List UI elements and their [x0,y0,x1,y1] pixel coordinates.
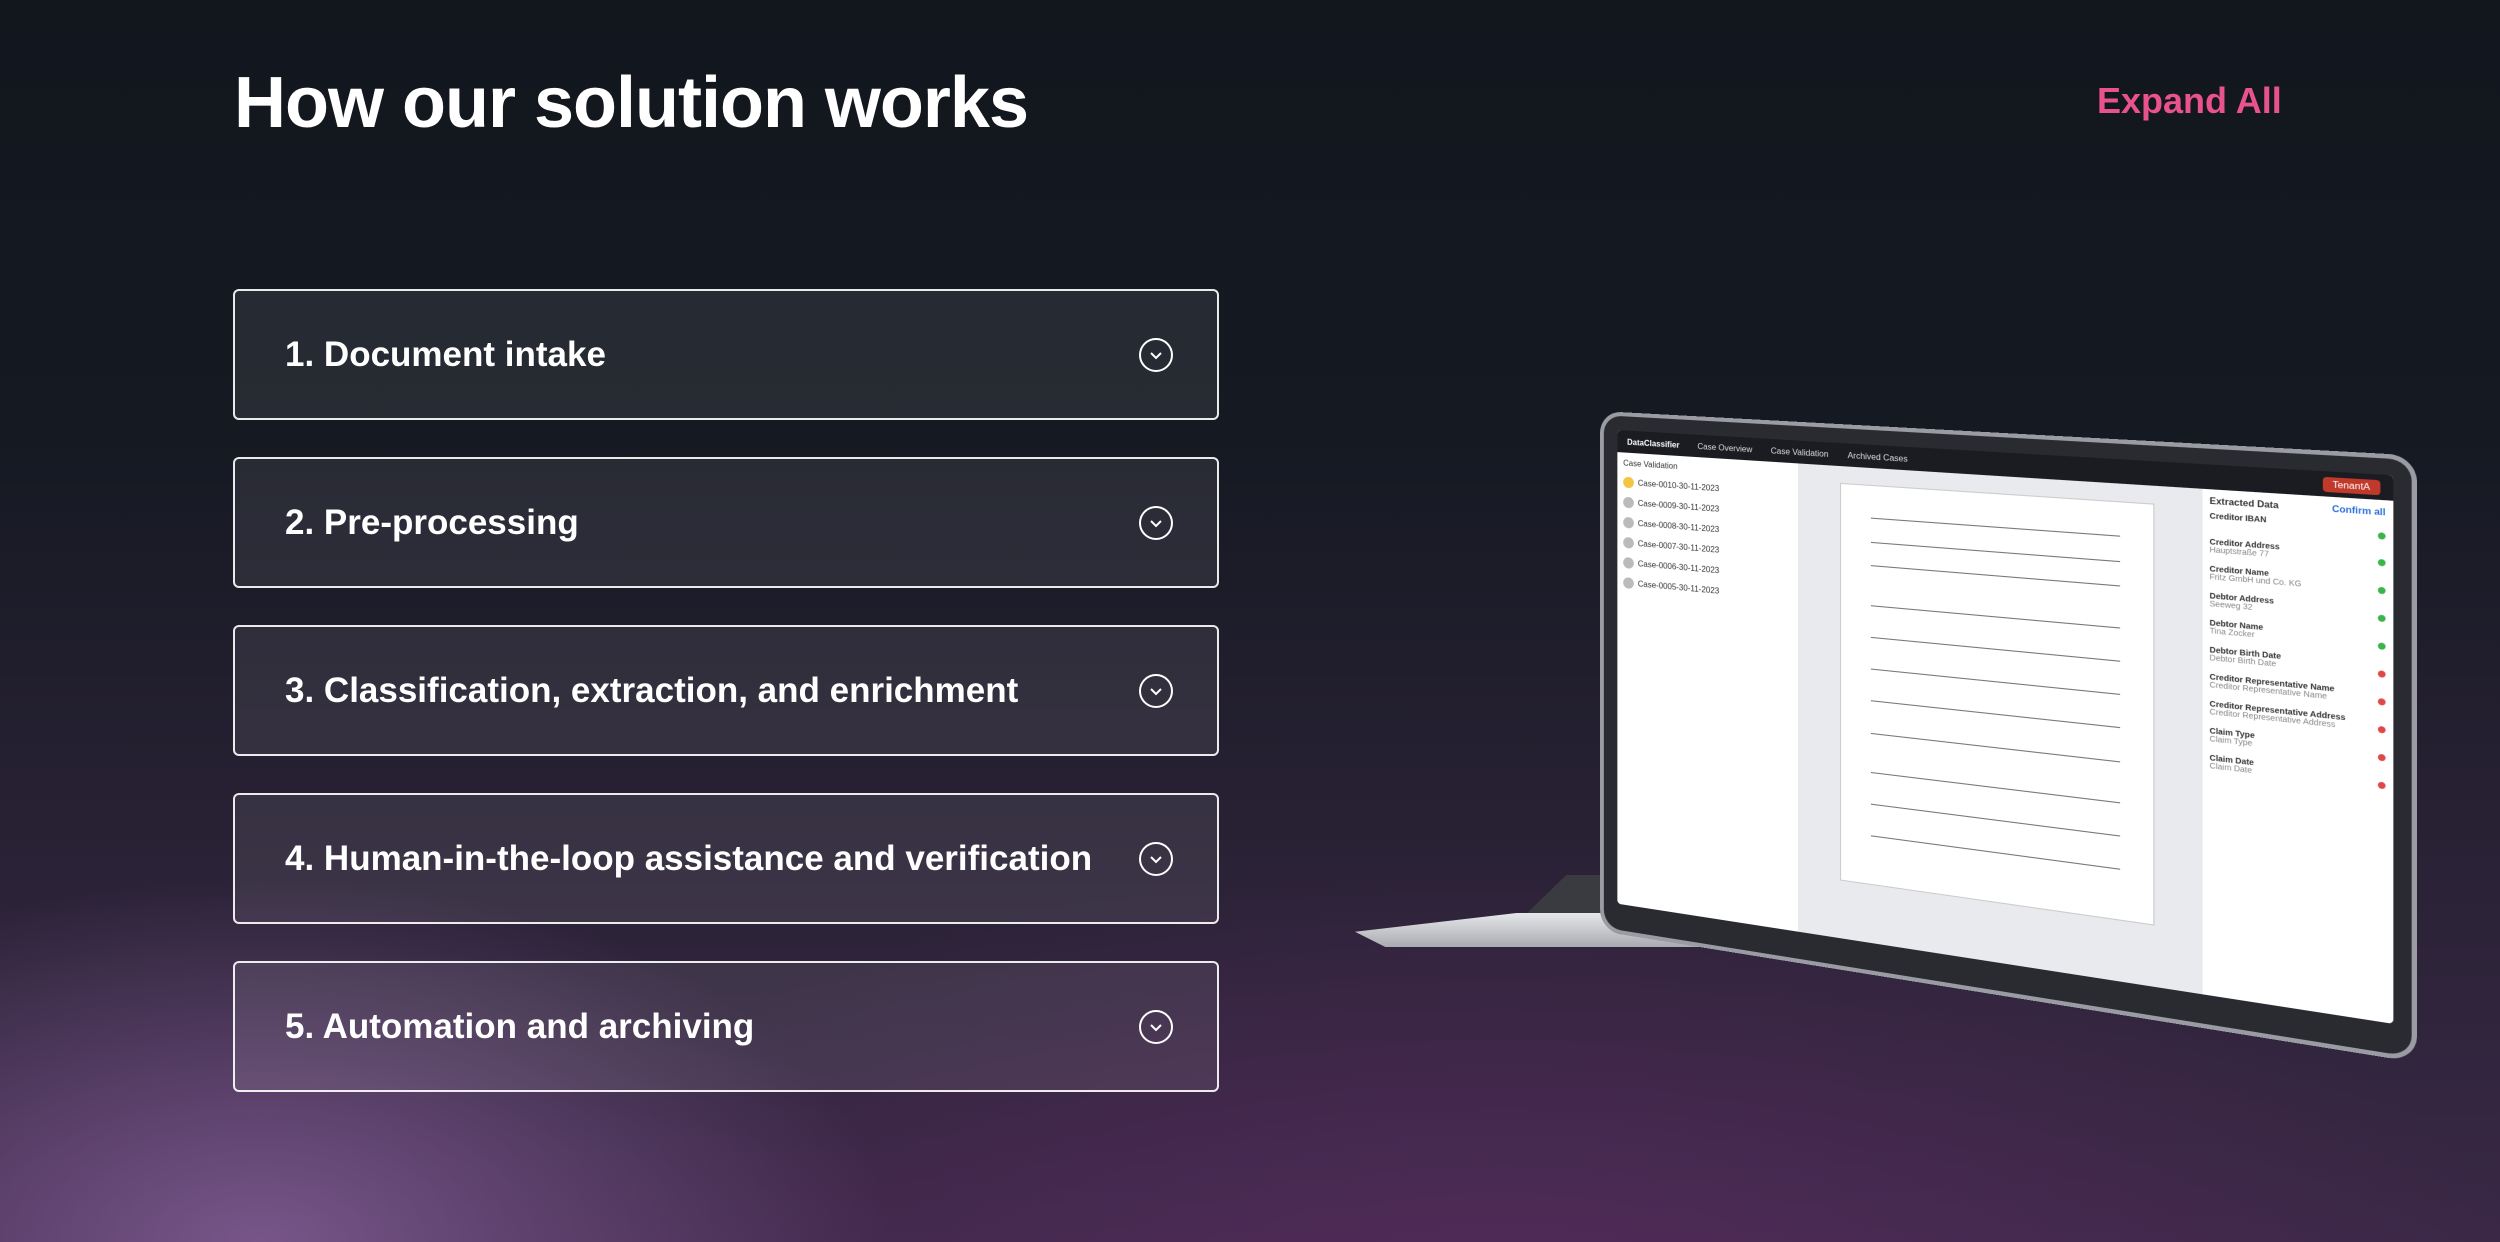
data-field: Creditor IBAN [2210,513,2386,540]
accordion-step-4[interactable]: 4. Human-in-the-loop assistance and veri… [233,793,1219,924]
nav-item: Case Validation [1770,445,1829,459]
chevron-down-icon [1139,1009,1173,1044]
case-name: Case-0007-30-11-2023 [1637,539,1720,555]
step-label: 3. Classification, extraction, and enric… [285,670,1019,710]
laptop-screen: DataClassifier Case Overview Case Valida… [1617,430,2394,1024]
extracted-data-panel: Extracted Data Confirm all Creditor IBAN… [2202,488,2394,1024]
laptop-illustration: DataClassifier Case Overview Case Valida… [1355,405,2417,1063]
laptop-lid: DataClassifier Case Overview Case Valida… [1600,411,2417,1063]
check-icon [2377,558,2386,567]
confirm-all-button: Confirm all [2332,503,2386,518]
alert-icon [2377,725,2386,734]
case-name: Case-0006-30-11-2023 [1637,559,1720,576]
chevron-down-icon [1139,673,1173,708]
section-title: Case Validation [1623,458,1678,472]
case-name: Case-0010-30-11-2023 [1637,478,1720,494]
alert-icon [2377,753,2386,762]
alert-icon [2377,670,2386,678]
alert-icon [2377,698,2386,706]
page-title: How our solution works [234,63,1029,143]
expand-all-button[interactable]: Expand All [2097,80,2282,122]
document-page [1839,482,2155,926]
chevron-down-icon [1139,841,1173,876]
check-icon [2377,642,2386,651]
tenant-badge: TenantA [2322,476,2381,495]
data-field: Debtor Name Tina Zocker [2210,620,2386,651]
check-icon [2377,586,2386,595]
nav-item: Case Overview [1697,441,1753,454]
accordion-step-1[interactable]: 1. Document intake [233,289,1219,420]
list-item: Case-0007-30-11-2023 [1623,536,1792,562]
panel-title: Extracted Data [2209,495,2279,511]
case-icon [1623,516,1634,529]
step-label: 4. Human-in-the-loop assistance and veri… [285,838,1093,878]
chevron-down-icon [1139,337,1173,372]
accordion-step-2[interactable]: 2. Pre-processing [233,457,1219,588]
nav-item: Archived Cases [1847,450,1908,464]
case-list: Case Validation Case-0010-30-11-2023 Cas… [1617,452,1798,932]
document-preview [1797,463,2203,995]
data-field: Debtor Address Seeweg 32 [2210,593,2386,624]
case-name: Case-0005-30-11-2023 [1637,579,1720,596]
data-field: Creditor Representative Name Creditor Rep… [2210,674,2386,707]
case-name: Case-0008-30-11-2023 [1637,518,1720,535]
chevron-down-icon [1139,505,1173,540]
data-field: Claim Date Claim Date [2210,755,2386,791]
list-item: Case-0010-30-11-2023 [1623,476,1792,500]
case-icon [1623,496,1634,509]
data-field: Creditor Address Hauptstraße 77 [2210,539,2386,568]
accordion-step-5[interactable]: 5. Automation and archiving [233,961,1219,1092]
case-icon [1623,556,1634,569]
data-field: Debtor Birth Date Debtor Birth Date [2210,647,2386,679]
case-name: Case-0009-30-11-2023 [1637,498,1720,514]
case-icon [1623,476,1634,489]
step-label: 5. Automation and archiving [285,1006,755,1046]
check-icon [2377,532,2386,540]
step-label: 2. Pre-processing [285,502,579,542]
list-item: Case-0008-30-11-2023 [1623,516,1792,541]
check-icon [2377,614,2386,623]
alert-icon [2377,781,2386,790]
data-field: Creditor Name Fritz GmbH und Co. KG [2210,566,2386,596]
app-brand: DataClassifier [1627,437,1680,450]
case-icon [1623,577,1634,590]
step-label: 1. Document intake [285,334,606,374]
accordion-step-3[interactable]: 3. Classification, extraction, and enric… [233,625,1219,756]
case-icon [1623,536,1634,549]
list-item: Case-0009-30-11-2023 [1623,496,1792,521]
list-item: Case-0005-30-11-2023 [1623,577,1792,603]
